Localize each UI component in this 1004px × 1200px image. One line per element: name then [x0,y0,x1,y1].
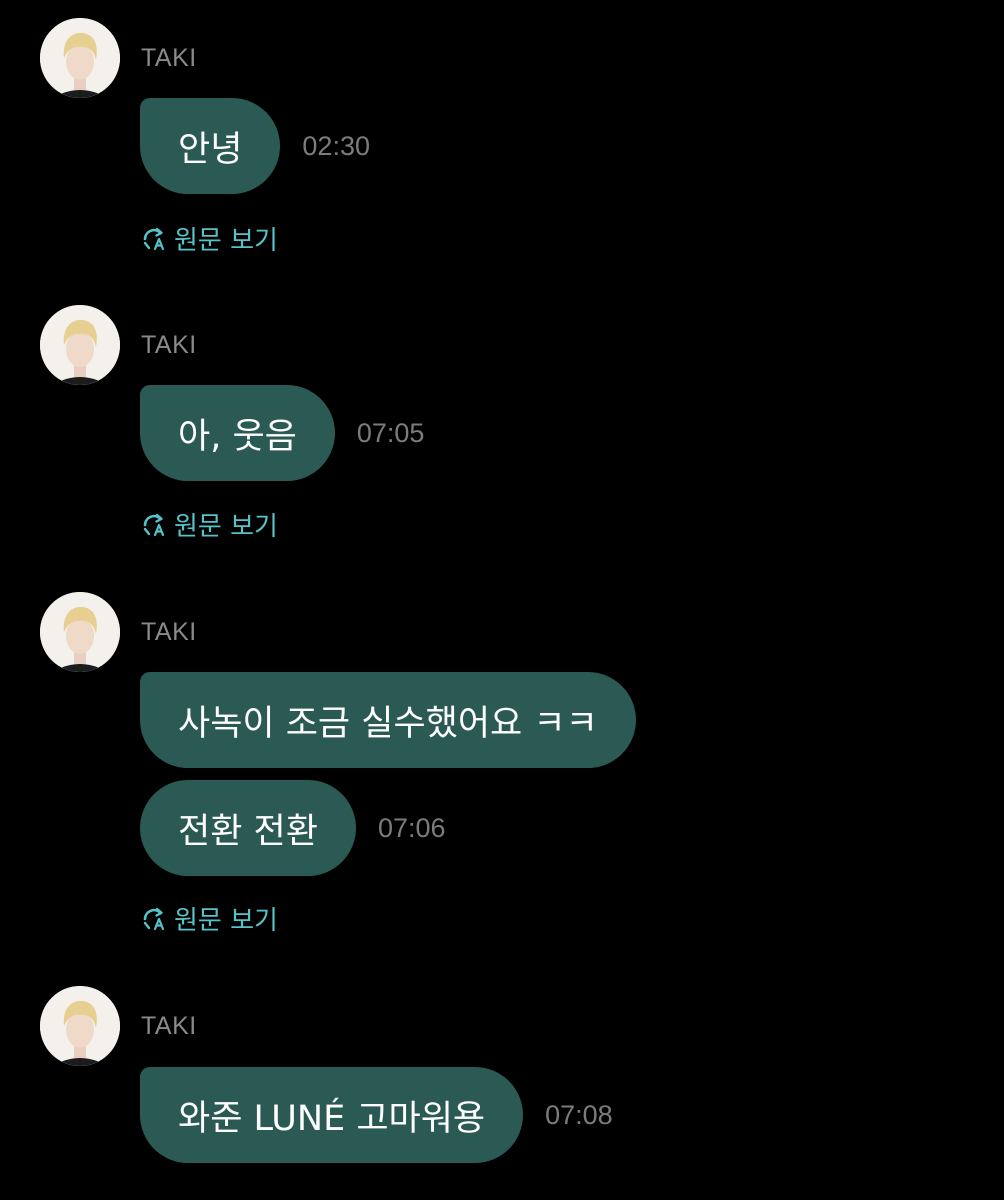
translate-refresh-icon [143,907,165,930]
sender-avatar[interactable] [40,592,120,672]
view-original-button[interactable]: 원문 보기 [140,506,278,543]
message-row: 전환 전환 07:06 [140,780,446,876]
message-bubble[interactable]: 안녕 [140,98,281,194]
message-time: 07:06 [377,812,446,843]
sender-name: TAKI [141,1012,197,1040]
message-row: 안녕 02:30 [140,98,370,194]
message-bubble[interactable]: 아, 웃음 [140,385,335,481]
view-original-label: 원문 보기 [174,226,278,256]
view-original-label: 원문 보기 [174,512,278,542]
message-bubble[interactable]: 와준 LUNÉ 고마워용 [140,1067,524,1163]
sender-avatar[interactable] [40,986,120,1066]
avatar-portrait-icon [40,305,120,385]
message-row: 사녹이 조금 실수했어요 ㅋㅋ [140,672,636,768]
sender-avatar[interactable] [40,305,120,385]
message-row: 와준 LUNÉ 고마워용 07:08 [140,1067,613,1163]
avatar-portrait-icon [40,18,120,98]
message-bubble[interactable]: 사녹이 조금 실수했어요 ㅋㅋ [140,672,636,768]
message-time: 07:08 [545,1099,613,1130]
translate-refresh-icon [143,227,165,250]
view-original-label: 원문 보기 [174,906,278,936]
sender-name: TAKI [141,44,197,72]
translate-refresh-icon [143,513,165,536]
avatar-portrait-icon [40,592,120,672]
view-original-button[interactable]: 원문 보기 [140,900,278,937]
view-original-button[interactable]: 원문 보기 [140,220,278,257]
chat-message-list[interactable]: TAKI 안녕 02:30 원문 보기 TAKI 아, 웃음 07:05 원문 … [0,0,1004,1200]
message-time: 07:05 [356,417,425,448]
message-time: 02:30 [302,130,370,161]
message-row: 아, 웃음 07:05 [140,385,424,481]
avatar-portrait-icon [40,986,120,1066]
sender-name: TAKI [141,331,197,359]
sender-avatar[interactable] [40,18,120,98]
sender-name: TAKI [141,618,197,646]
message-bubble[interactable]: 전환 전환 [140,780,356,876]
